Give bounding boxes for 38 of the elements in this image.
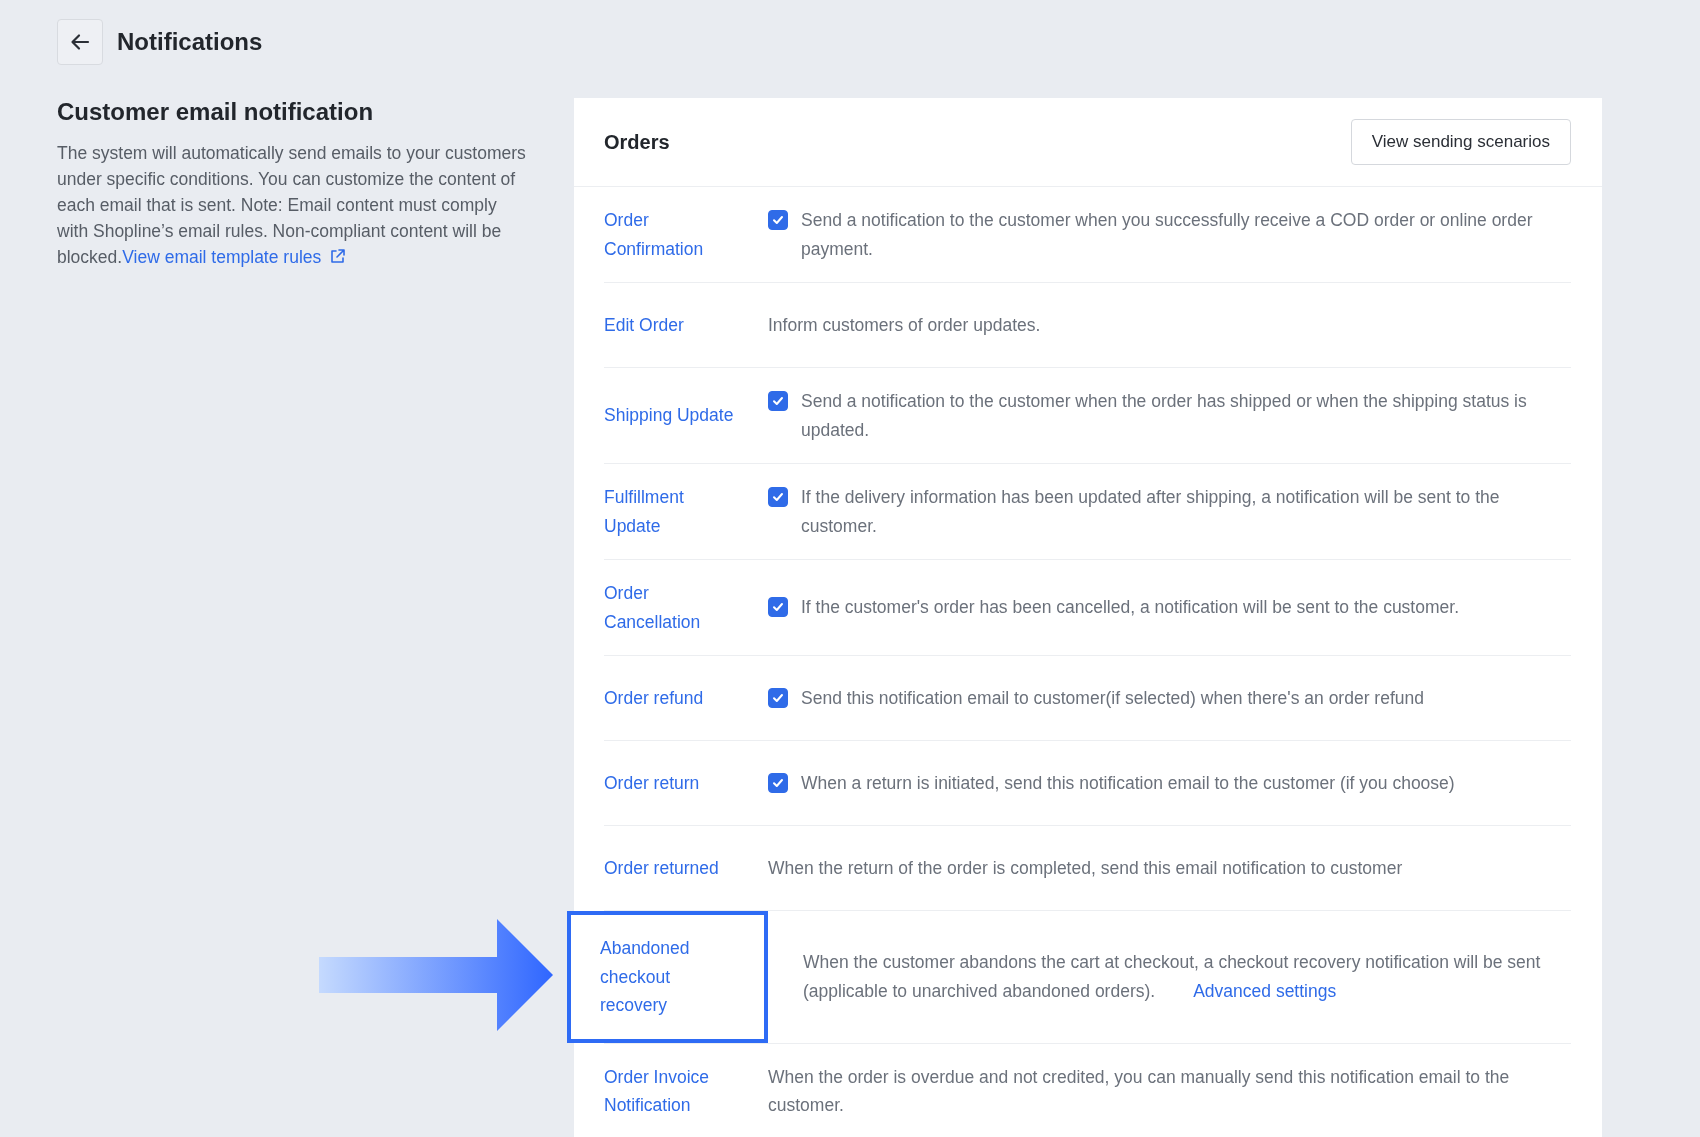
notification-description: When a return is initiated, send this notification email to the customer (if you choose)	[801, 771, 1455, 795]
section-description: The system will automatically send emails to your customers under specific conditions. You can customize the content of each email that is sent. Note: Email content must comply with Shopline’s email rules. Non-compliant content will be blocked.View email template rules	[57, 142, 527, 269]
page-title: Notifications	[117, 28, 263, 56]
checkbox[interactable]	[768, 597, 788, 618]
notification-description: When the customer abandons the cart at checkout, a checkout recovery notification will be sent (applicable to unarchived abandoned orders). Advanced settings	[803, 951, 1542, 1003]
back-button[interactable]	[57, 19, 103, 65]
notification-description: If the delivery information has been updated after shipping, a notification will be sent to the customer.	[801, 486, 1501, 538]
checkbox[interactable]	[768, 210, 788, 230]
notification-link[interactable]: Order refund	[604, 683, 739, 713]
notification-link[interactable]: Abandoned checkout recovery	[600, 934, 735, 1020]
checkmark-icon	[771, 490, 785, 504]
external-link-icon	[329, 248, 347, 265]
notification-link[interactable]: Edit Order	[604, 310, 739, 340]
notification-link[interactable]: Order Invoice Notification	[604, 1062, 739, 1120]
section-heading: Customer email notification	[57, 98, 375, 126]
checkbox[interactable]	[768, 487, 788, 507]
view-sending-scenarios-button[interactable]: View sending scenarios	[1350, 119, 1571, 165]
notification-link[interactable]: Order returned	[604, 853, 739, 883]
checkbox[interactable]	[768, 772, 788, 793]
notification-link[interactable]: Order return	[604, 768, 739, 798]
card-title: Orders	[604, 130, 670, 154]
advanced-settings-link[interactable]: Advanced settings	[1193, 980, 1337, 1001]
checkmark-icon	[771, 213, 785, 227]
checkbox[interactable]	[768, 687, 788, 708]
notification-description: Send a notification to the customer when the order has shipped or when the shipping status is updated.	[801, 390, 1528, 442]
notification-description: When the return of the order is completed, send this email notification to customer	[768, 856, 1403, 880]
checkmark-icon	[771, 394, 785, 408]
notification-link[interactable]: Order Confirmation	[604, 206, 739, 263]
notification-link[interactable]: Shipping Update	[604, 401, 739, 430]
notification-description: Send a notification to the customer when you successfully receive a COD order or online order payment.	[801, 209, 1534, 261]
notification-description: Inform customers of order updates.	[768, 313, 1041, 337]
notification-link[interactable]: Fulfillment Update	[604, 483, 739, 540]
notification-description: Send this notification email to customer(if selected) when there's an order refund	[801, 686, 1424, 710]
template-rules-link[interactable]: View email template rules	[122, 247, 347, 267]
notification-link[interactable]: Order Cancellation	[604, 579, 739, 636]
notification-description: When the order is overdue and not credited, you can manually send this notification email to the customer.	[768, 1065, 1511, 1117]
notification-description: If the customer's order has been cancelled, a notification will be sent to the customer.	[801, 596, 1459, 620]
checkbox[interactable]	[768, 391, 788, 411]
